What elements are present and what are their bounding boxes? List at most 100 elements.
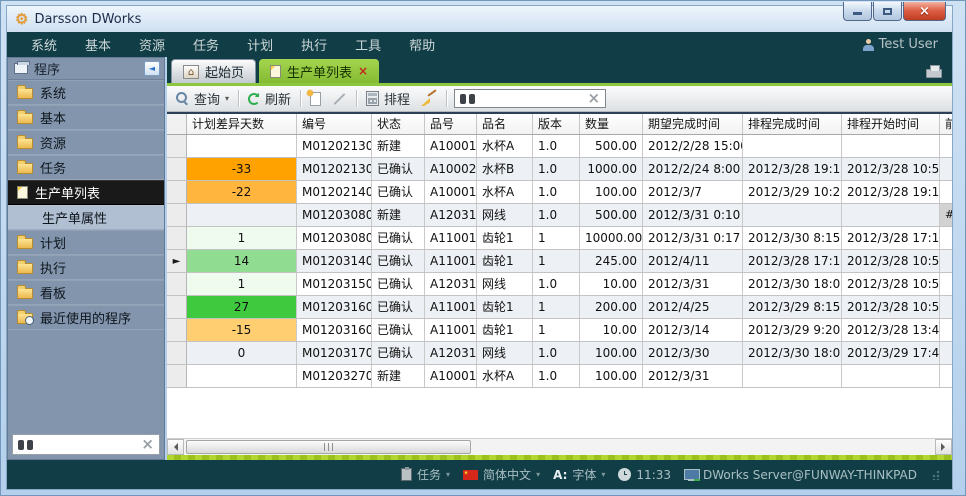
printer-icon[interactable] xyxy=(926,69,942,78)
table-row[interactable]: M012021301新建A10001水杯A1.0500.002012/2/28 … xyxy=(167,135,952,158)
arrow-left-icon xyxy=(170,443,178,451)
broom-icon xyxy=(421,91,437,106)
program-icon xyxy=(14,63,28,74)
sidebar-item[interactable]: 计划 xyxy=(8,230,164,255)
current-user[interactable]: Test User xyxy=(863,37,942,52)
menu-item[interactable]: 计划 xyxy=(233,35,287,54)
cell-version: 1.0 xyxy=(533,204,580,226)
cell-sched_start: 2012/3/28 10:52 xyxy=(842,296,940,318)
cell-item_no: A12031 xyxy=(425,273,477,295)
cell-qty: 100.00 xyxy=(580,365,643,387)
tab-close-icon[interactable] xyxy=(358,65,368,77)
toolbar-search-clear-icon[interactable]: × xyxy=(587,91,600,106)
table-row[interactable]: 0M012031701已确认A12031网线1.0100.002012/3/30… xyxy=(167,342,952,365)
cell-due: 2012/3/30 xyxy=(643,342,743,364)
cell-due: 2012/3/7 xyxy=(643,181,743,203)
scrollbar-track[interactable] xyxy=(184,439,935,455)
table-row[interactable]: ►14M012031402已确认A11001齿轮11245.002012/4/1… xyxy=(167,250,952,273)
status-server-value: DWorks Server@FUNWAY-THINKPAD xyxy=(703,468,917,482)
column-header[interactable]: 品号 xyxy=(425,114,477,134)
scroll-left-button[interactable] xyxy=(167,439,184,455)
cell-status: 新建 xyxy=(372,204,425,226)
cell-qty: 10000.00 xyxy=(580,227,643,249)
menu-item[interactable]: 帮助 xyxy=(395,35,449,54)
table-row[interactable]: 27M012031601已确认A11001齿轮11200.002012/4/25… xyxy=(167,296,952,319)
sidebar-item[interactable]: 生产单列表 xyxy=(8,180,164,205)
sidebar-item[interactable]: 基本 xyxy=(8,105,164,130)
refresh-button[interactable]: 刷新 xyxy=(246,88,293,109)
column-header[interactable]: 排程开始时间 xyxy=(842,114,940,134)
menu-item[interactable]: 执行 xyxy=(287,35,341,54)
cell-due: 2012/4/25 xyxy=(643,296,743,318)
column-header[interactable]: 计划差异天数 xyxy=(187,114,297,134)
cell-qty: 200.00 xyxy=(580,296,643,318)
tab-inactive[interactable]: 起始页 xyxy=(171,59,256,83)
column-header[interactable]: 排程完成时间 xyxy=(743,114,842,134)
column-header[interactable]: 编号 xyxy=(297,114,372,134)
cell-sched_end xyxy=(743,204,842,226)
menu-item[interactable]: 系统 xyxy=(17,35,71,54)
cell-sched_end: 2012/3/29 9:20 xyxy=(743,319,842,341)
cell-diff: 14 xyxy=(187,250,297,272)
row-indicator-cell: ► xyxy=(167,250,187,272)
sidebar-item[interactable]: 资源 xyxy=(8,130,164,155)
cell-marker xyxy=(940,365,952,387)
scrollbar-thumb[interactable] xyxy=(186,440,471,454)
sidebar-item[interactable]: 看板 xyxy=(8,280,164,305)
status-task-menu[interactable]: 任务 xyxy=(401,466,450,483)
cell-code: M012021301 xyxy=(297,135,372,157)
column-header[interactable]: 前 xyxy=(940,114,952,134)
schedule-button[interactable]: 排程 xyxy=(364,88,412,109)
row-indicator-cell xyxy=(167,296,187,318)
cell-sched_start: 2012/3/28 19:10 xyxy=(842,181,940,203)
menu-item[interactable]: 工具 xyxy=(341,35,395,54)
edit-button[interactable] xyxy=(330,97,349,101)
maximize-button[interactable] xyxy=(873,2,902,21)
column-header[interactable]: 品名 xyxy=(477,114,533,134)
table-row[interactable]: -15M012031602已确认A11001齿轮1110.002012/3/14… xyxy=(167,319,952,342)
sidebar-search-input[interactable] xyxy=(37,437,137,453)
status-language-menu[interactable]: 简体中文 xyxy=(463,466,540,483)
column-header[interactable]: 状态 xyxy=(372,114,425,134)
sidebar-item[interactable]: 任务 xyxy=(8,155,164,180)
toolbar-search-input[interactable] xyxy=(480,91,582,107)
menu-item[interactable]: 任务 xyxy=(179,35,233,54)
table-row[interactable]: -22M012021401已确认A10001水杯A1.0100.002012/3… xyxy=(167,181,952,204)
minimize-button[interactable] xyxy=(843,2,872,21)
toolbar-search-box: × xyxy=(454,89,606,108)
cell-item_no: A11001 xyxy=(425,319,477,341)
table-row[interactable]: M012030801新建A12031网线1.0500.002012/3/31 0… xyxy=(167,204,952,227)
column-header[interactable]: 版本 xyxy=(533,114,580,134)
sidebar-item[interactable]: 生产单属性 xyxy=(8,205,164,230)
cell-version: 1 xyxy=(533,227,580,249)
column-header[interactable]: 数量 xyxy=(580,114,643,134)
new-button[interactable] xyxy=(308,91,323,107)
tab-active[interactable]: 生产单列表 xyxy=(259,59,379,83)
table-row[interactable]: -33M012021302已确认A10002水杯B1.01000.002012/… xyxy=(167,158,952,181)
table-row[interactable]: 1M012030802已确认A11001齿轮1110000.002012/3/3… xyxy=(167,227,952,250)
scroll-right-button[interactable] xyxy=(935,439,952,455)
sidebar-item[interactable]: 执行 xyxy=(8,255,164,280)
table-row[interactable]: M012032701新建A10001水杯A1.0100.002012/3/31 xyxy=(167,365,952,388)
sidebar-item[interactable]: 系统 xyxy=(8,80,164,105)
query-button[interactable]: 查询 xyxy=(174,88,231,109)
sidebar-item[interactable]: 最近使用的程序 xyxy=(8,305,164,330)
menu-item[interactable]: 资源 xyxy=(125,35,179,54)
sidebar-collapse-button[interactable]: ◄ xyxy=(144,61,160,76)
clear-schedule-button[interactable] xyxy=(419,90,439,107)
window-title: Darsson DWorks xyxy=(34,12,141,27)
table-row[interactable]: 1M012031501已确认A12031网线1.010.002012/3/312… xyxy=(167,273,952,296)
cell-version: 1 xyxy=(533,296,580,318)
cell-sched_start xyxy=(842,204,940,226)
menu-item[interactable]: 基本 xyxy=(71,35,125,54)
cell-due: 2012/3/31 0:17 xyxy=(643,227,743,249)
sidebar-item-label: 任务 xyxy=(40,158,66,177)
cell-code: M012030801 xyxy=(297,204,372,226)
cell-marker xyxy=(940,250,952,272)
horizontal-scrollbar[interactable] xyxy=(167,438,952,455)
sidebar-search-clear-icon[interactable]: × xyxy=(141,437,154,452)
close-button[interactable]: × xyxy=(903,2,946,21)
status-font-menu[interactable]: 字体 xyxy=(553,466,605,483)
column-header[interactable]: 期望完成时间 xyxy=(643,114,743,134)
cell-marker xyxy=(940,181,952,203)
